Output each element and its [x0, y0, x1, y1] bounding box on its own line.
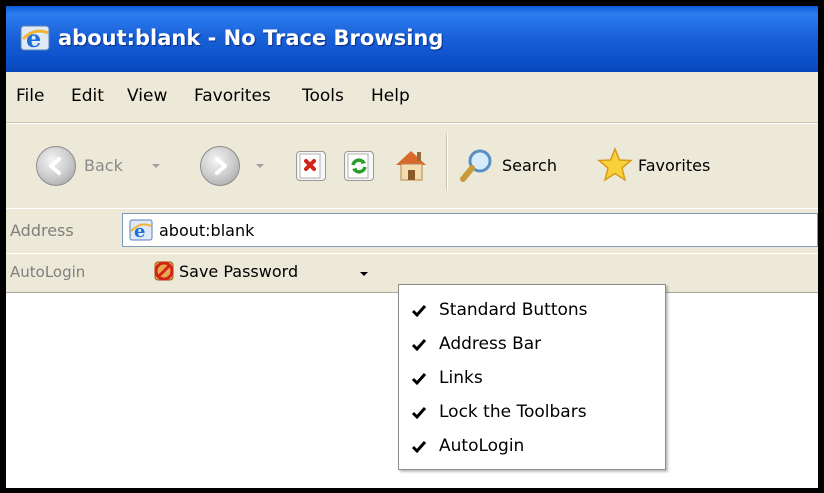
checkmark-icon: [411, 373, 427, 386]
title-bar[interactable]: e about:blank - No Trace Browsing: [6, 6, 818, 72]
forward-dropdown-arrow-icon[interactable]: [256, 164, 264, 168]
address-value: about:blank: [159, 221, 255, 240]
menu-item-label: Lock the Toolbars: [439, 402, 587, 422]
search-button[interactable]: Search: [458, 146, 588, 186]
no-password-icon: [154, 261, 174, 281]
address-input[interactable]: e about:blank: [122, 213, 818, 247]
menu-item-lock-toolbars[interactable]: Lock the Toolbars: [399, 397, 665, 429]
menu-item-links[interactable]: Links: [399, 363, 665, 395]
back-arrow-icon: [36, 146, 76, 186]
menu-tools[interactable]: Tools: [302, 86, 344, 106]
svg-text:e: e: [26, 24, 41, 53]
save-password-dropdown-arrow-icon[interactable]: [360, 272, 368, 276]
address-label: Address: [10, 221, 74, 240]
favorites-label: Favorites: [638, 156, 711, 175]
menu-item-label: Address Bar: [439, 334, 542, 354]
stop-icon[interactable]: [296, 151, 326, 181]
home-icon: [396, 151, 426, 181]
menu-item-autologin[interactable]: AutoLogin: [399, 431, 665, 463]
favorites-button[interactable]: Favorites: [596, 146, 736, 186]
standard-buttons-toolbar: Back Search Favorites: [6, 123, 818, 209]
toolbar-context-menu: Standard Buttons Address Bar Links Lock …: [398, 284, 666, 470]
forward-arrow-icon: [200, 146, 240, 186]
ie-logo-icon: e: [20, 24, 50, 53]
back-dropdown-arrow-icon[interactable]: [152, 164, 160, 168]
window-title: about:blank - No Trace Browsing: [58, 26, 444, 50]
menu-item-standard-buttons[interactable]: Standard Buttons: [399, 295, 665, 327]
autologin-label: AutoLogin: [10, 263, 86, 281]
back-label: Back: [84, 156, 123, 175]
search-magnifier-icon: [460, 149, 492, 182]
home-button[interactable]: [392, 146, 432, 186]
toolbar-separator: [446, 134, 448, 190]
menu-favorites[interactable]: Favorites: [194, 86, 271, 106]
checkmark-icon: [411, 441, 427, 454]
checkmark-icon: [411, 407, 427, 420]
menu-item-address-bar[interactable]: Address Bar: [399, 329, 665, 361]
checkmark-icon: [411, 305, 427, 318]
menu-item-label: Standard Buttons: [439, 300, 588, 320]
menu-view[interactable]: View: [127, 86, 167, 106]
refresh-icon[interactable]: [344, 151, 374, 181]
favorites-star-icon: [597, 147, 633, 182]
back-button[interactable]: Back: [36, 146, 176, 186]
forward-button[interactable]: [200, 146, 270, 186]
checkmark-icon: [411, 339, 427, 352]
search-label: Search: [502, 156, 557, 175]
menu-help[interactable]: Help: [371, 86, 410, 106]
menu-bar: File Edit View Favorites Tools Help: [6, 72, 818, 123]
save-password-button[interactable]: Save Password: [179, 262, 298, 281]
address-bar: Address e about:blank: [6, 208, 818, 254]
page-ie-icon: e: [129, 219, 153, 242]
menu-item-label: Links: [439, 368, 483, 388]
menu-file[interactable]: File: [16, 86, 44, 106]
menu-item-label: AutoLogin: [439, 436, 525, 456]
menu-edit[interactable]: Edit: [71, 86, 104, 106]
